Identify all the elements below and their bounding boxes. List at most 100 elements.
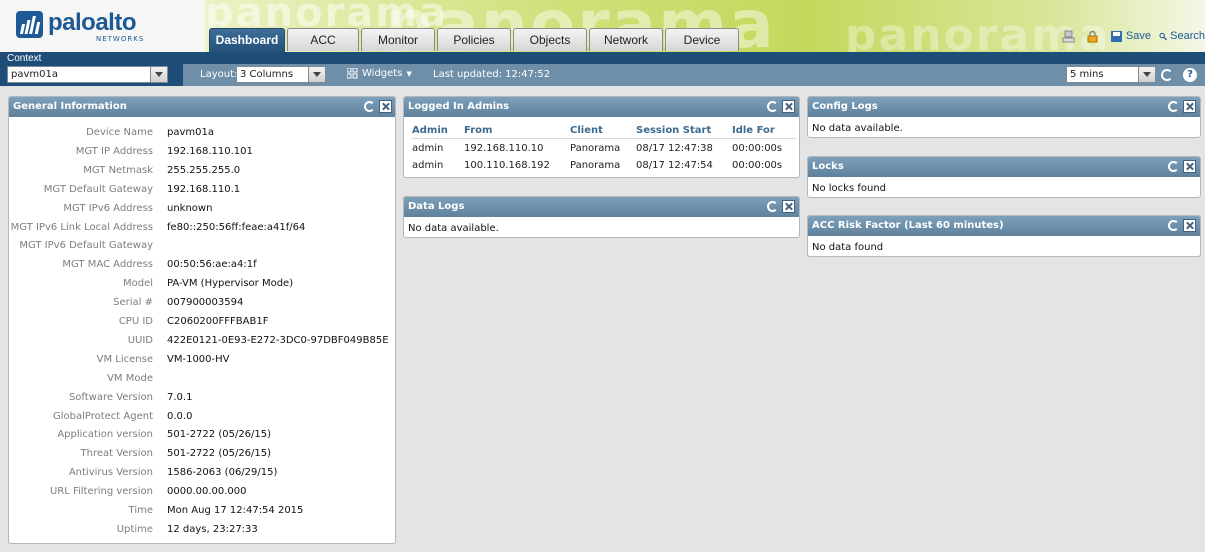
info-row: Antivirus Version 1586-2063 (06/29/15)	[9, 463, 395, 482]
layout-select[interactable]: 3 Columns	[236, 66, 326, 83]
widget-close-icon[interactable]	[782, 100, 795, 113]
tab-acc[interactable]: ACC	[287, 28, 359, 51]
info-row: MGT IP Address 192.168.110.101	[9, 142, 395, 161]
info-row: MGT MAC Address 00:50:56:ae:a4:1f	[9, 255, 395, 274]
widget-close-icon[interactable]	[379, 100, 392, 113]
info-value: 7.0.1	[167, 391, 193, 403]
widget-close-icon[interactable]	[1183, 219, 1196, 232]
info-label: MGT MAC Address	[62, 259, 153, 271]
acc-risk-factor-widget: ACC Risk Factor (Last 60 minutes) No dat…	[807, 215, 1201, 257]
info-label: MGT Default Gateway	[43, 183, 153, 195]
general-information-body: Device Name pavm01a MGT IP Address 192.168.…	[9, 117, 395, 543]
info-label: Antivirus Version	[68, 467, 153, 479]
paloalto-logo: paloalto NETWORKS	[14, 9, 154, 46]
info-row: Threat Version 501-2722 (05/26/15)	[9, 444, 395, 463]
table-row[interactable]: admin 192.168.110.10 Panorama 08/17 12:4…	[412, 139, 796, 157]
commit-button[interactable]	[1062, 30, 1078, 43]
widget-close-icon[interactable]	[1183, 100, 1196, 113]
column-header-from[interactable]: From	[464, 123, 570, 139]
widget-title: General Information	[13, 101, 127, 112]
widget-title: Locks	[812, 161, 844, 172]
data-logs-message: No data available.	[408, 223, 499, 234]
search-icon	[1159, 32, 1167, 40]
search-button[interactable]: Search	[1159, 30, 1205, 43]
cell-session-start: 08/17 12:47:54	[636, 160, 713, 171]
logged-in-admins-body: Admin From Client Session Start Idle For…	[404, 123, 799, 173]
widget-refresh-icon[interactable]	[767, 101, 778, 112]
info-row: GlobalProtect Agent 0.0.0	[9, 407, 395, 426]
info-row: Time Mon Aug 17 12:47:54 2015	[9, 501, 395, 520]
chevron-down-icon[interactable]	[1138, 67, 1155, 82]
cell-from: 192.168.110.10	[464, 143, 544, 154]
widget-header: ACC Risk Factor (Last 60 minutes)	[808, 216, 1200, 236]
lock-button[interactable]	[1086, 30, 1102, 43]
tab-policies[interactable]: Policies	[437, 28, 511, 51]
layout-label: Layout:	[200, 69, 238, 80]
cell-admin: admin	[412, 160, 444, 171]
cell-session-start: 08/17 12:47:38	[636, 143, 713, 154]
info-value: C2060200FFFBAB1F	[167, 316, 269, 327]
cell-idle-for: 00:00:00s	[732, 143, 783, 154]
column-header-idle-for[interactable]: Idle For	[732, 123, 796, 139]
widget-title: ACC Risk Factor (Last 60 minutes)	[812, 220, 1004, 231]
column-header-admin[interactable]: Admin	[412, 123, 464, 139]
info-label: GlobalProtect Agent	[52, 410, 153, 422]
widget-close-icon[interactable]	[782, 200, 795, 213]
tab-device[interactable]: Device	[665, 28, 739, 51]
widget-close-icon[interactable]	[1183, 160, 1196, 173]
tab-monitor[interactable]: Monitor	[361, 28, 435, 51]
widget-refresh-icon[interactable]	[767, 201, 778, 212]
tab-dashboard[interactable]: Dashboard	[209, 28, 285, 52]
chevron-down-icon[interactable]	[150, 67, 167, 82]
context-label: Context	[7, 53, 42, 64]
save-button[interactable]: Save	[1110, 30, 1151, 43]
info-value: 422E0121-0E93-E272-3DC0-97DBF049B85E	[167, 334, 389, 346]
info-label: Uptime	[116, 523, 153, 535]
info-label: VM License	[96, 353, 153, 365]
info-value: 255.255.255.0	[167, 164, 241, 176]
widget-header: Data Logs	[404, 197, 799, 217]
column-header-session-start[interactable]: Session Start	[636, 123, 732, 139]
main-tabs: Dashboard ACC Monitor Policies Objects N…	[209, 28, 741, 52]
table-row[interactable]: admin 100.110.168.192 Panorama 08/17 12:…	[412, 156, 796, 173]
refresh-interval-value: 5 mins	[1070, 69, 1104, 80]
info-value: 0000.00.00.000	[167, 486, 247, 498]
widget-refresh-icon[interactable]	[364, 101, 375, 112]
widgets-menu[interactable]: Widgets ▼	[347, 68, 412, 79]
info-label: CPU ID	[118, 316, 153, 327]
context-bar: Context pavm01a Layout: 3 Columns Widget…	[0, 52, 1205, 86]
tab-objects[interactable]: Objects	[513, 28, 587, 51]
info-value: pavm01a	[167, 127, 214, 138]
refresh-interval-select[interactable]: 5 mins	[1066, 66, 1156, 83]
info-label: MGT IPv6 Default Gateway	[19, 240, 153, 252]
info-label: MGT IPv6 Address	[63, 202, 153, 214]
info-value: 12 days, 23:27:33	[167, 523, 258, 535]
info-row: Uptime 12 days, 23:27:33	[9, 520, 395, 539]
search-label: Search	[1170, 30, 1205, 42]
layout-select-value: 3 Columns	[240, 69, 294, 80]
context-select[interactable]: pavm01a	[7, 66, 168, 83]
info-value: 501-2722 (05/26/15)	[167, 429, 272, 441]
cell-client: Panorama	[570, 160, 621, 171]
chevron-down-icon[interactable]	[308, 67, 325, 82]
info-value: 1586-2063 (06/29/15)	[167, 467, 278, 479]
widget-header: General Information	[9, 97, 395, 117]
info-label: MGT Netmask	[83, 164, 153, 176]
table-header-row: Admin From Client Session Start Idle For	[412, 123, 796, 139]
info-value: 00:50:56:ae:a4:1f	[167, 259, 257, 271]
info-row: Application version 501-2722 (05/26/15)	[9, 425, 395, 444]
info-value: fe80::250:56ff:feae:a41f/64	[167, 221, 306, 233]
widget-refresh-icon[interactable]	[1168, 161, 1179, 172]
help-icon[interactable]: ?	[1183, 68, 1197, 82]
widget-refresh-icon[interactable]	[1168, 101, 1179, 112]
info-row: VM Mode	[9, 369, 395, 388]
refresh-icon[interactable]	[1161, 69, 1173, 81]
lock-icon	[1087, 30, 1098, 42]
context-select-value: pavm01a	[11, 69, 58, 80]
tab-network[interactable]: Network	[589, 28, 663, 51]
widget-refresh-icon[interactable]	[1168, 220, 1179, 231]
header-actions: Save Search	[1054, 28, 1205, 44]
widgets-grid-icon	[347, 68, 358, 79]
column-header-client[interactable]: Client	[570, 123, 636, 139]
locks-message: No locks found	[812, 183, 887, 194]
